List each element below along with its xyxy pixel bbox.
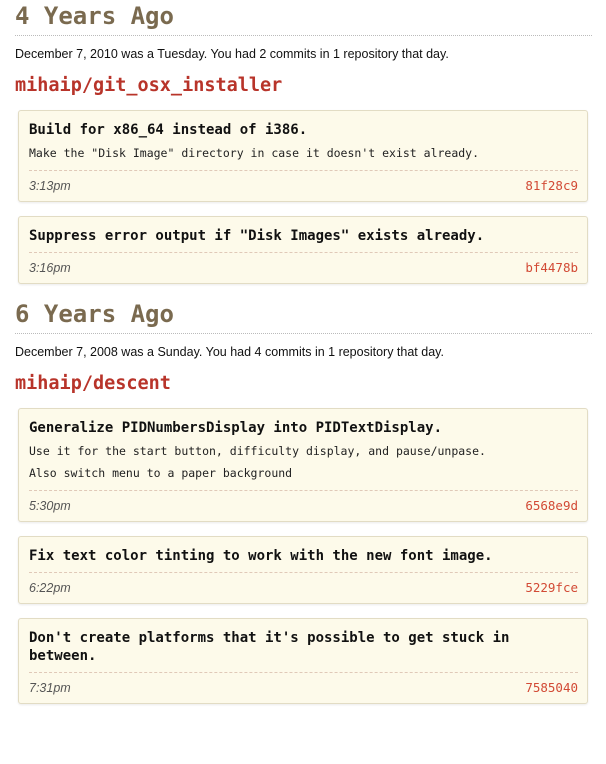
commit-card: Fix text color tinting to work with the … (18, 536, 588, 604)
commit-card: Don't create platforms that it's possibl… (18, 618, 588, 704)
timeline: 4 Years Ago December 7, 2010 was a Tuesd… (0, 0, 606, 704)
repo-link[interactable]: mihaip/git_osx_installer (15, 74, 592, 98)
commit-meta: 5:30pm 6568e9d (29, 490, 578, 513)
commit-title: Suppress error output if "Disk Images" e… (29, 228, 485, 244)
commit-sha-link[interactable]: 6568e9d (525, 498, 578, 513)
commit-time: 6:22pm (29, 580, 71, 595)
time-group: 6 Years Ago December 7, 2008 was a Sunda… (15, 298, 592, 704)
commit-card: Suppress error output if "Disk Images" e… (18, 216, 588, 284)
day-summary: December 7, 2008 was a Sunday. You had 4… (15, 345, 444, 359)
commit-meta: 6:22pm 5229fce (29, 572, 578, 595)
commit-time: 5:30pm (29, 498, 71, 513)
commit-card: Generalize PIDNumbersDisplay into PIDTex… (18, 408, 588, 522)
commit-title: Build for x86_64 instead of i386. (29, 122, 308, 138)
commit-sha-link[interactable]: 5229fce (525, 580, 578, 595)
commit-meta: 7:31pm 7585040 (29, 672, 578, 695)
time-group: 4 Years Ago December 7, 2010 was a Tuesd… (15, 0, 592, 284)
section-title: 4 Years Ago (15, 0, 592, 36)
commit-meta: 3:16pm bf4478b (29, 252, 578, 275)
commit-sha-link[interactable]: bf4478b (525, 260, 578, 275)
commit-title: Generalize PIDNumbersDisplay into PIDTex… (29, 420, 443, 436)
commit-message: Make the "Disk Image" directory in case … (29, 146, 480, 160)
commit-card: Build for x86_64 instead of i386. Make t… (18, 110, 588, 202)
day-summary: December 7, 2010 was a Tuesday. You had … (15, 47, 449, 61)
commit-time: 3:13pm (29, 178, 71, 193)
repo-link[interactable]: mihaip/descent (15, 372, 592, 396)
commit-meta: 3:13pm 81f28c9 (29, 170, 578, 193)
commit-time: 3:16pm (29, 260, 71, 275)
commit-title: Don't create platforms that it's possibl… (29, 630, 510, 664)
commit-sha-link[interactable]: 7585040 (525, 680, 578, 695)
commit-message: Also switch menu to a paper background (29, 466, 293, 480)
section-title: 6 Years Ago (15, 298, 592, 334)
commit-message: Use it for the start button, difficulty … (29, 444, 486, 458)
commit-title: Fix text color tinting to work with the … (29, 548, 493, 564)
commit-time: 7:31pm (29, 680, 71, 695)
commit-sha-link[interactable]: 81f28c9 (525, 178, 578, 193)
